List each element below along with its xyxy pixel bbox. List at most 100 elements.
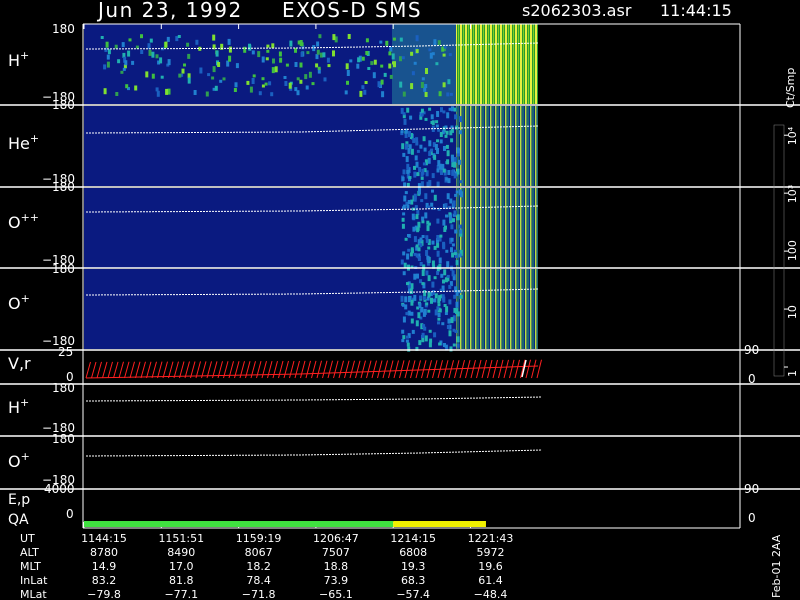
speckle: [345, 63, 349, 70]
speckle: [103, 64, 107, 70]
speckle: [420, 176, 424, 180]
speckle: [413, 236, 417, 243]
speckle: [416, 149, 420, 153]
speckle: [454, 229, 458, 234]
speckle: [199, 67, 203, 74]
panel-label-o-plus: O+: [8, 292, 30, 313]
speckle: [151, 73, 155, 79]
vr-tick-max: 25: [58, 345, 73, 359]
qa-tick-min: 0: [66, 507, 74, 521]
cell-value: 8490: [167, 546, 195, 559]
speckle: [454, 330, 458, 333]
speckle: [403, 262, 407, 268]
speckle: [447, 79, 451, 85]
speckle: [451, 243, 455, 247]
instrument-label: EXOS-D SMS: [282, 0, 422, 22]
speckle: [418, 340, 422, 346]
speckle: [431, 173, 435, 179]
speckle: [279, 57, 283, 63]
speckle: [373, 59, 377, 65]
speckle: [410, 148, 414, 155]
speckle: [251, 50, 255, 55]
speckle: [430, 121, 434, 124]
speckle: [385, 40, 389, 46]
speckle: [423, 326, 427, 331]
speckle: [422, 136, 426, 142]
speckle: [402, 91, 406, 97]
cell-value: 1206:47: [313, 532, 359, 545]
speckle: [318, 34, 322, 39]
colorbar-frame: [773, 124, 785, 377]
y-tick-max: 180: [52, 381, 75, 395]
speckle: [453, 252, 457, 256]
speckle: [407, 296, 411, 302]
row-label: ALT: [20, 546, 39, 559]
speckle: [437, 317, 441, 321]
speckle: [446, 325, 450, 329]
speckle: [450, 247, 453, 253]
speckle: [409, 115, 413, 120]
speckle: [421, 282, 425, 286]
speckle: [401, 56, 405, 60]
speckle: [406, 204, 410, 209]
qa-bar: [84, 521, 486, 527]
speckle: [420, 108, 424, 113]
speckle: [252, 74, 256, 78]
speckle: [413, 61, 417, 65]
cell-value: 5972: [477, 546, 505, 559]
cell-value: 6808: [399, 546, 427, 559]
speckle: [442, 219, 446, 226]
lower-o-plus-trace: [85, 449, 543, 457]
cell-value: −71.8: [242, 588, 276, 600]
speckle: [124, 60, 128, 66]
speckle: [456, 147, 460, 154]
row-label: UT: [20, 532, 35, 545]
speckle: [410, 249, 414, 253]
speckle: [349, 59, 353, 63]
speckle: [450, 128, 454, 133]
speckle: [410, 51, 414, 56]
speckle: [454, 193, 458, 197]
panel-labels: H+ He+ O++ O+ V,r H+ O+ E,p QA: [8, 49, 39, 528]
speckle: [415, 320, 419, 327]
speckle: [427, 246, 431, 250]
speckle: [424, 117, 428, 121]
cell-value: −65.1: [319, 588, 353, 600]
speckle: [155, 54, 159, 59]
speckle: [379, 40, 383, 44]
colorbar: 10⁴ 10³ 100 10 1: [773, 124, 799, 377]
speckle: [420, 199, 424, 203]
speckle: [404, 191, 408, 195]
speckle: [430, 297, 433, 304]
speckle: [451, 270, 455, 277]
speckle: [433, 39, 437, 46]
speckle: [364, 81, 368, 84]
speckle: [423, 290, 427, 297]
speckle: [403, 182, 407, 187]
speckle: [285, 63, 289, 67]
colorbar-unit-label: Ct/Smp: [784, 68, 797, 108]
speckle: [446, 261, 450, 268]
speckle: [128, 38, 132, 42]
speckle: [381, 91, 385, 98]
y-tick-max: 180: [52, 262, 75, 276]
speckle: [428, 151, 432, 157]
speckle: [425, 68, 428, 74]
speckle: [445, 144, 449, 149]
speckle: [453, 107, 457, 112]
speckle: [453, 210, 457, 216]
speckle: [105, 41, 109, 48]
speckle: [415, 35, 419, 42]
speckle: [181, 68, 185, 74]
cell-value: 18.2: [246, 560, 271, 573]
speckle: [415, 137, 419, 143]
speckle: [233, 88, 237, 92]
speckle: [149, 38, 153, 43]
speckle: [402, 251, 406, 256]
cell-value: 8067: [245, 546, 273, 559]
speckle: [405, 312, 409, 316]
speckle: [308, 71, 312, 78]
speckle: [431, 240, 435, 245]
speckle: [205, 91, 209, 97]
speckle: [424, 193, 428, 200]
